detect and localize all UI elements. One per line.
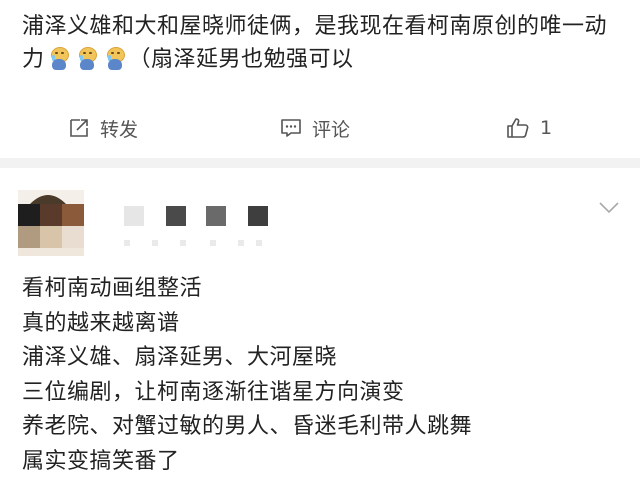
- more-options-chevron-icon[interactable]: [598, 200, 620, 219]
- comment-icon: [281, 119, 301, 137]
- like-button[interactable]: 1: [506, 108, 552, 148]
- post-2-line: 看柯南动画组整活: [22, 276, 203, 301]
- like-count: 1: [540, 117, 553, 139]
- post-1-action-bar: 转发 评论 1: [0, 108, 640, 148]
- crying-emoji-icon: [48, 47, 70, 71]
- comment-button[interactable]: 评论: [280, 108, 350, 148]
- post-2-line: 三位编剧，让柯南逐渐往谐星方向演变: [22, 379, 405, 405]
- post-meta-mosaic: [124, 240, 262, 246]
- avatar[interactable]: [18, 190, 84, 256]
- post-2-line: 真的越来越离谱: [22, 310, 180, 336]
- comment-label: 评论: [312, 118, 351, 141]
- username-mosaic[interactable]: [124, 206, 274, 228]
- thumbs-up-icon: [507, 118, 529, 138]
- repost-label: 转发: [100, 118, 139, 141]
- crying-emoji-icon: [104, 47, 126, 71]
- post-2-line: 养老院、对蟹过敏的男人、昏迷毛利带人跳舞: [22, 414, 473, 439]
- post-2-line: 浦泽义雄、扇泽延男、大河屋晓: [22, 345, 338, 370]
- post-2-line: 属实变搞笑番了: [22, 448, 180, 474]
- weibo-post-1: 浦泽义雄和大和屋晓师徒俩，是我现在看柯南原创的唯一动力 （扇泽延男也勉强可以 转发…: [0, 0, 640, 158]
- repost-button[interactable]: 转发: [68, 108, 138, 148]
- post-1-content: 浦泽义雄和大和屋晓师徒俩，是我现在看柯南原创的唯一动力 （扇泽延男也勉强可以: [22, 10, 622, 76]
- crying-emoji-icon: [76, 47, 98, 71]
- repost-icon: [70, 119, 88, 137]
- post-2-content: 看柯南动画组整活 真的越来越离谱 浦泽义雄、扇泽延男、大河屋晓 三位编剧，让柯南…: [22, 272, 622, 479]
- post-1-text-tail: （扇泽延男也勉强可以: [128, 47, 354, 72]
- post-divider: [0, 158, 640, 168]
